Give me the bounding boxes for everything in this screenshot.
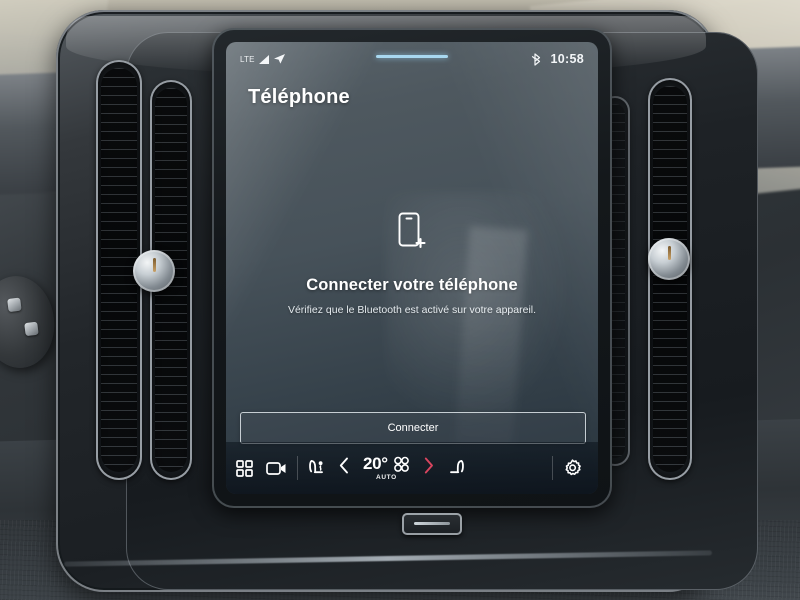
- chevron-left-icon: [339, 457, 348, 474]
- page-title: Téléphone: [248, 86, 350, 108]
- empty-state-headline: Connecter votre téléphone: [306, 276, 518, 294]
- seat-heating-right-button[interactable]: [447, 459, 465, 478]
- camera-button[interactable]: [266, 461, 287, 476]
- steering-wheel-stalk[interactable]: [0, 271, 60, 373]
- chevron-right-icon: [424, 457, 433, 474]
- empty-state-subline: Vérifiez que le Bluetooth est activé sur…: [287, 304, 537, 316]
- settings-button[interactable]: [563, 458, 582, 478]
- clock: 10:58: [550, 52, 584, 66]
- temperature-decrease-button[interactable]: [339, 457, 350, 479]
- seat-heating-left-button[interactable]: [308, 459, 326, 478]
- auto-label: AUTO: [376, 473, 397, 481]
- signal-bars-icon: [258, 54, 269, 64]
- connect-button[interactable]: Connecter: [240, 412, 586, 444]
- apps-button[interactable]: [236, 459, 253, 477]
- temperature-display[interactable]: 20° AUTO: [363, 455, 410, 482]
- lte-label: LTE: [240, 54, 255, 64]
- display-bezel: LTE 10:58 Téléphone Connecter votre télé…: [212, 28, 612, 508]
- divider: [552, 456, 553, 480]
- stalk-button-lower[interactable]: [24, 321, 39, 337]
- temperature-row: 20°: [363, 455, 410, 473]
- gear-icon: [565, 458, 581, 475]
- temperature-value: 20°: [363, 453, 388, 473]
- infotainment-screenshot: LTE 10:58 Téléphone Connecter votre télé…: [0, 0, 800, 600]
- home-key[interactable]: [402, 513, 462, 535]
- status-left-indicators: LTE: [240, 54, 286, 64]
- touchscreen[interactable]: LTE 10:58 Téléphone Connecter votre télé…: [226, 42, 598, 494]
- status-right-indicators: 10:58: [531, 52, 584, 66]
- temperature-increase-button[interactable]: [423, 457, 434, 479]
- phone-add-icon: [398, 212, 426, 249]
- climate-group: 20° AUTO: [308, 455, 465, 482]
- fan-icon: [393, 456, 409, 472]
- camera-icon: [266, 461, 286, 475]
- navigation-arrow-icon: [273, 54, 285, 64]
- status-bar: LTE 10:58: [226, 42, 598, 76]
- vent-knob-right[interactable]: [648, 238, 690, 280]
- seat-heating-right-icon: [449, 459, 464, 473]
- seat-heating-left-icon: [309, 459, 323, 473]
- vent-slats: [101, 68, 137, 472]
- bluetooth-icon: [531, 52, 540, 66]
- empty-state-content: Connecter votre téléphone Vérifiez que l…: [226, 212, 598, 316]
- shortcut-group: [236, 459, 287, 477]
- vent-knob-left[interactable]: [133, 250, 175, 292]
- drag-handle[interactable]: [376, 55, 448, 58]
- apps-grid-icon: [236, 459, 253, 477]
- stalk-button-upper[interactable]: [7, 297, 22, 313]
- climate-shortcut-bar: 20° AUTO: [226, 442, 598, 494]
- divider: [297, 456, 298, 480]
